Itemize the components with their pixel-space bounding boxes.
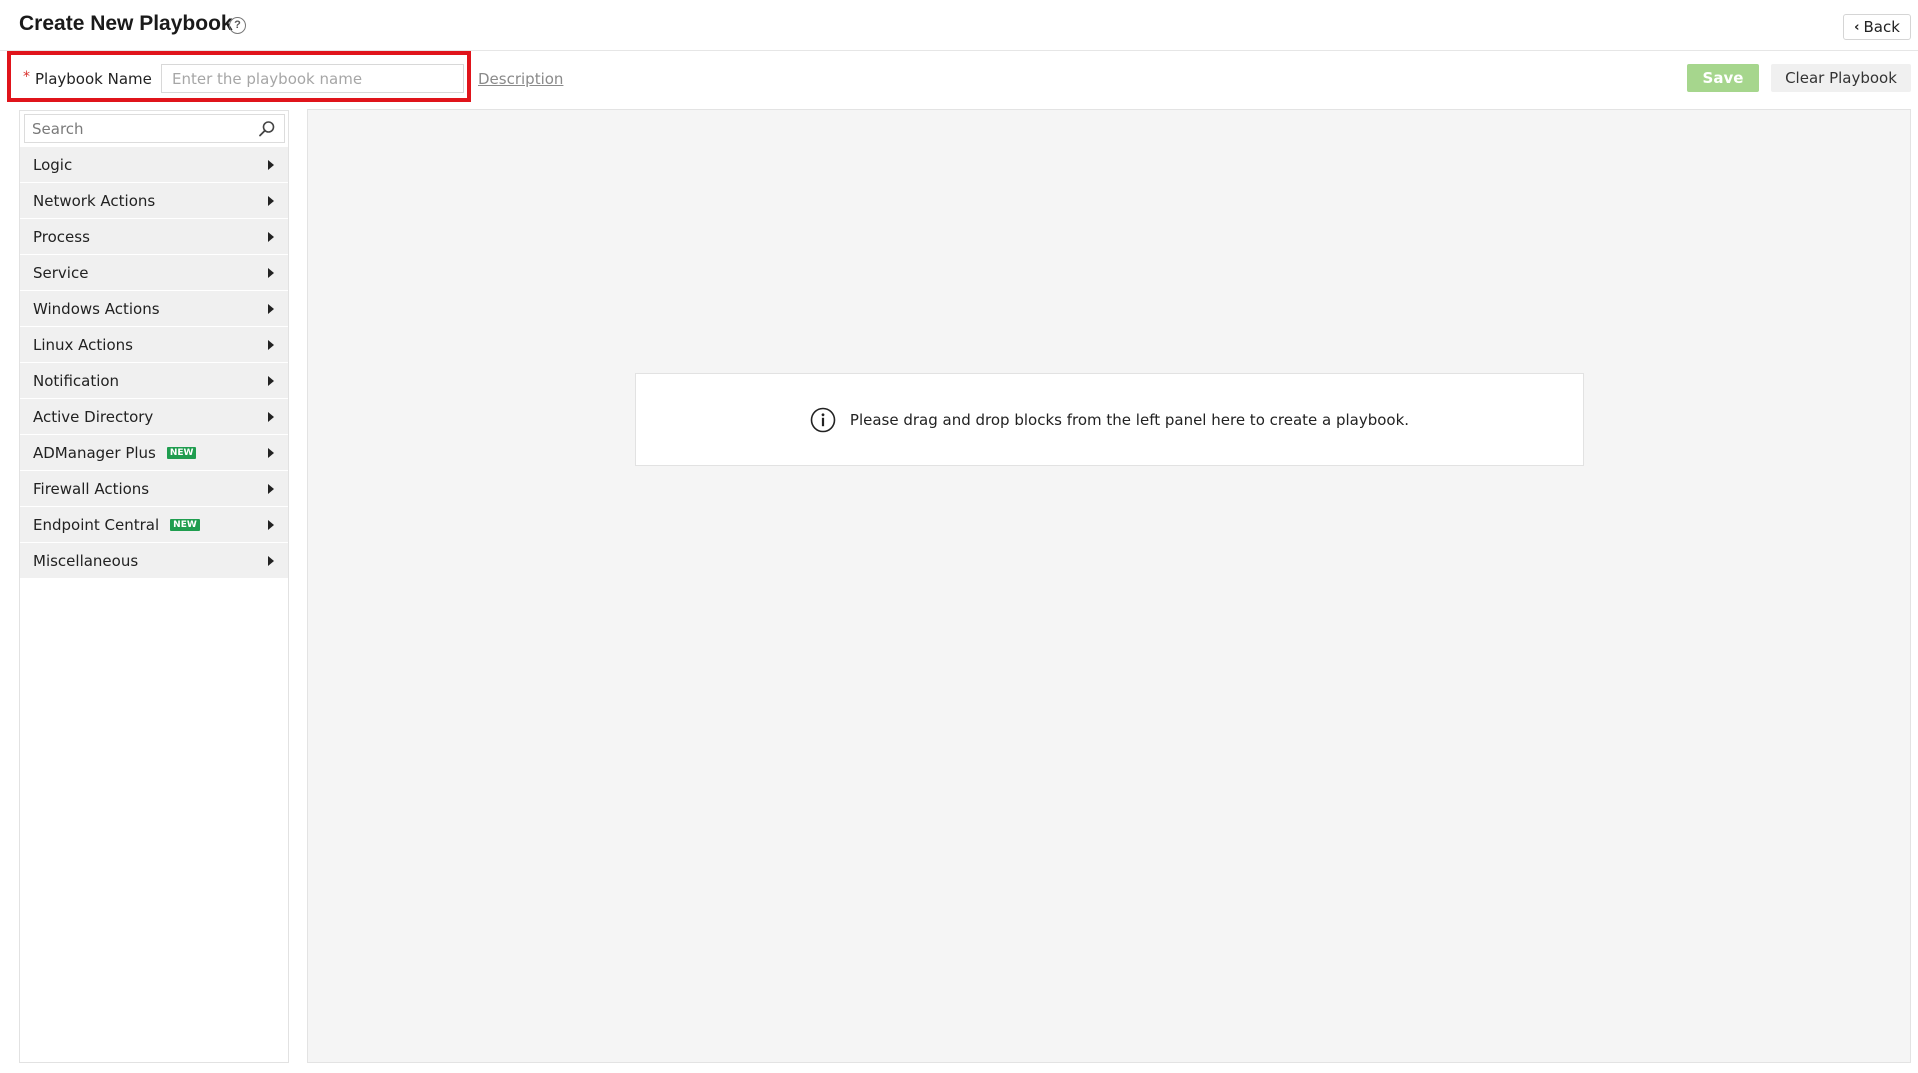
sidebar-item-label: Firewall Actions [33,479,150,498]
sidebar-item-label: Linux Actions [33,335,133,354]
caret-right-icon [268,376,274,386]
sidebar-item-label: Notification [33,371,120,390]
sidebar-item[interactable]: Active Directory [20,399,288,435]
sidebar-item[interactable]: Network Actions [20,183,288,219]
sidebar-item-label: ADManager Plus [33,443,156,462]
sidebar-item[interactable]: ADManager Plus NEW [20,435,288,471]
sidebar-item[interactable]: Miscellaneous [20,543,288,579]
back-button[interactable]: ‹ Back [1843,14,1911,40]
sidebar-item[interactable]: Linux Actions [20,327,288,363]
description-link[interactable]: Description [478,70,563,88]
caret-right-icon [268,484,274,494]
sidebar-item-label: Active Directory [33,407,154,426]
info-icon [810,407,836,432]
sidebar-item[interactable]: Service [20,255,288,291]
playbook-name-label: Playbook Name [35,70,152,88]
sidebar-item[interactable]: Endpoint Central NEW [20,507,288,543]
back-label: Back [1863,18,1900,36]
new-badge: NEW [170,518,200,531]
caret-right-icon [268,268,274,278]
clear-playbook-button[interactable]: Clear Playbook [1771,64,1911,92]
sidebar-item[interactable]: Notification [20,363,288,399]
caret-right-icon [268,520,274,530]
save-button[interactable]: Save [1687,64,1759,92]
sidebar-item-label: Endpoint Central [33,515,160,534]
sidebar-item-label: Network Actions [33,191,156,210]
playbook-name-field-group: * Playbook Name [7,51,471,102]
sidebar-item-label: Process [33,227,90,246]
new-badge: NEW [166,446,197,459]
playbook-name-input[interactable] [161,64,464,93]
sidebar-item-label: Logic [33,155,73,174]
required-marker: * [23,69,30,85]
sidebar-item-label: Service [33,263,89,282]
search-icon[interactable] [258,120,276,138]
sidebar-item[interactable]: Process [20,219,288,255]
caret-right-icon [268,340,274,350]
blocks-panel: Logic Network Actions Process Service Window… [19,110,289,1063]
empty-state-message: Please drag and drop blocks from the lef… [849,410,1410,429]
caret-right-icon [268,304,274,314]
sidebar-item[interactable]: Firewall Actions [20,471,288,507]
playbook-canvas[interactable]: Please drag and drop blocks from the lef… [307,109,1911,1063]
category-list: Logic Network Actions Process Service Window… [20,147,288,579]
help-icon[interactable]: ? [229,17,246,34]
empty-state-card: Please drag and drop blocks from the lef… [635,373,1584,466]
caret-right-icon [268,448,274,458]
caret-right-icon [268,412,274,422]
search-box [24,114,285,143]
page-title: Create New Playbook [19,12,233,35]
sidebar-item-label: Windows Actions [33,299,160,318]
caret-right-icon [268,556,274,566]
caret-right-icon [268,196,274,206]
chevron-left-icon: ‹ [1854,19,1860,35]
sidebar-item[interactable]: Logic [20,147,288,183]
caret-right-icon [268,160,274,170]
sidebar-item[interactable]: Windows Actions [20,291,288,327]
page-header: Create New Playbook ? ‹ Back [0,0,1918,51]
search-input[interactable] [25,115,250,142]
sidebar-item-label: Miscellaneous [33,551,139,570]
caret-right-icon [268,232,274,242]
